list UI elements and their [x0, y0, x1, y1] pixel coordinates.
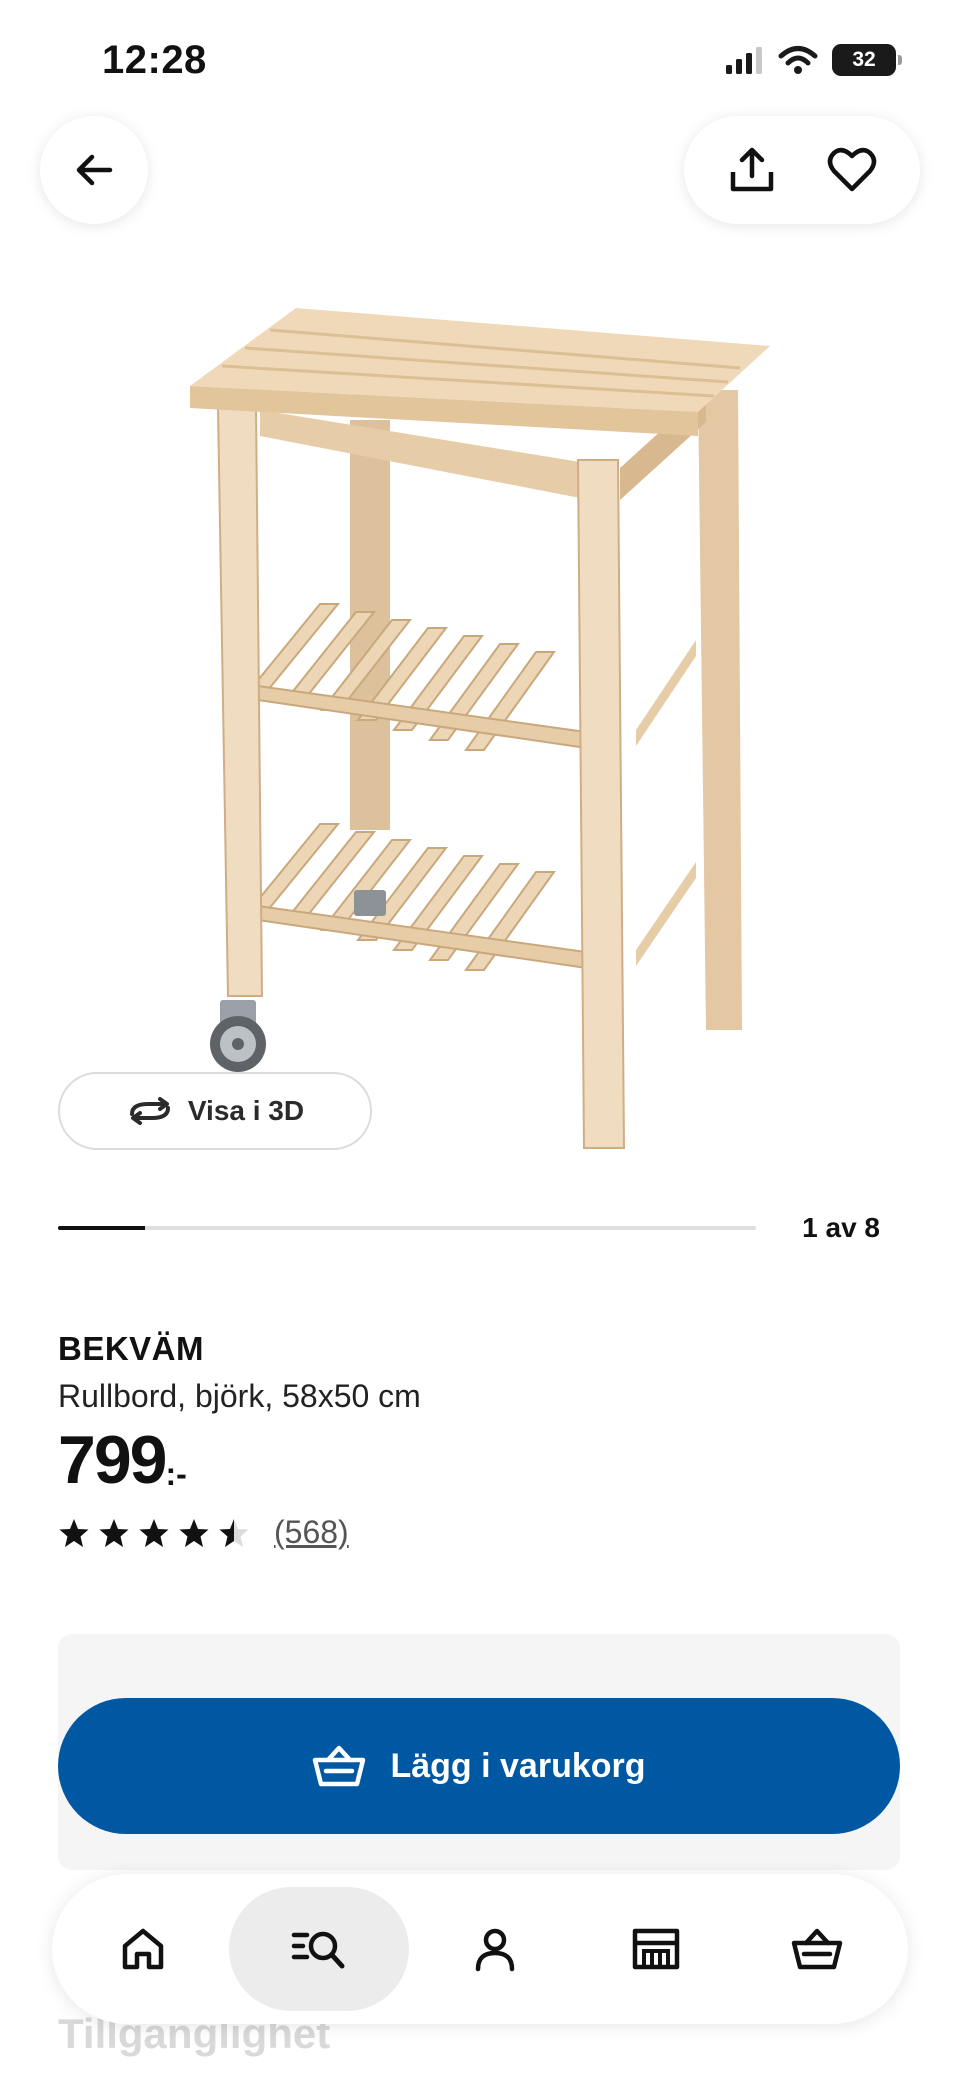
share-icon [730, 147, 774, 192]
heart-icon [827, 147, 877, 192]
rating-stars [58, 1517, 250, 1549]
gallery-progress-bar [58, 1226, 756, 1230]
bottom-navigation [52, 1874, 908, 2024]
nav-profile[interactable] [420, 1887, 570, 2011]
view-3d-button[interactable]: Visa i 3D [58, 1072, 372, 1150]
product-description: Rullbord, björk, 58x50 cm [58, 1378, 421, 1414]
battery-indicator: 32 [832, 44, 902, 76]
wifi-icon [778, 46, 818, 74]
favorite-button[interactable] [812, 130, 892, 210]
home-icon [122, 1928, 163, 1970]
gallery-progress-fill [58, 1226, 146, 1230]
view-3d-label: Visa i 3D [187, 1095, 305, 1126]
product-rating[interactable]: (568) [58, 1514, 349, 1551]
arrow-left-icon [76, 154, 113, 186]
nav-search[interactable] [228, 1887, 409, 2011]
basket-icon [792, 1928, 843, 1970]
share-button[interactable] [712, 130, 792, 210]
review-count-link[interactable]: (568) [274, 1514, 349, 1551]
star-icon [99, 1518, 129, 1547]
store-icon [632, 1928, 680, 1970]
product-name: BEKVÄM [58, 1330, 205, 1367]
cellular-signal-icon [726, 47, 762, 74]
nav-home[interactable] [68, 1887, 218, 2011]
add-to-cart-button[interactable]: Lägg i varukorg [58, 1698, 900, 1834]
kitchen-cart-illustration [190, 308, 770, 1149]
star-icon [179, 1518, 209, 1547]
rotate-3d-icon [129, 1097, 170, 1125]
back-button[interactable] [40, 116, 148, 224]
action-pill [684, 116, 920, 224]
price-suffix: :- [165, 1456, 187, 1492]
price-value: 799 [58, 1422, 167, 1498]
product-price: 799 :- [58, 1422, 187, 1498]
add-to-cart-label: Lägg i varukorg [390, 1746, 646, 1785]
product-image[interactable] [150, 290, 790, 1170]
status-icons: 32 [724, 44, 902, 76]
nav-basket[interactable] [742, 1887, 892, 2011]
search-icon [291, 1931, 345, 1969]
battery-level: 32 [852, 48, 876, 71]
star-icon [219, 1518, 249, 1547]
gallery-counter: 1 av 8 [802, 1212, 880, 1243]
status-time: 12:28 [102, 38, 207, 82]
star-icon [139, 1518, 169, 1547]
star-icon [59, 1518, 89, 1547]
profile-icon [475, 1928, 515, 1972]
basket-icon [313, 1745, 366, 1787]
nav-stores[interactable] [581, 1887, 731, 2011]
